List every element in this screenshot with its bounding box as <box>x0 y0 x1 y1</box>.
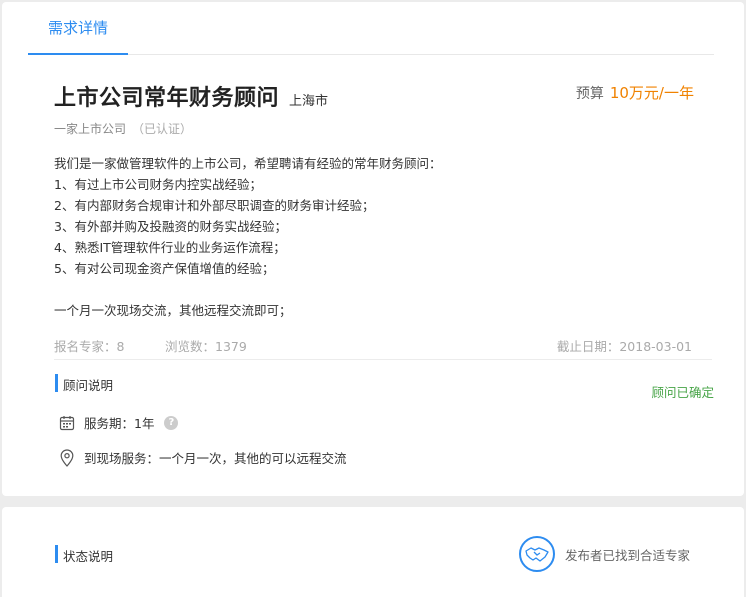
consultant-section-heading: 顾问说明 <box>55 374 113 394</box>
onsite-service: 到现场服务：一个月一次，其他的可以远程交流 <box>84 451 347 466</box>
company-info: 一家上市公司 （已认证） <box>54 120 192 137</box>
budget: 预算 10万元/一年 <box>576 82 694 103</box>
description-line: 一个月一次现场交流，其他远程交流即可； <box>54 303 292 318</box>
demand-title: 上市公司常年财务顾问 <box>54 86 280 111</box>
description-line: 1、有过上市公司财务内控实战经验； <box>54 177 262 192</box>
certified-badge: （已认证） <box>132 122 193 136</box>
description-line: 3、有外部并购及投融资的财务实战经验； <box>54 219 287 234</box>
meta-row: 报名专家：8 浏览数：1379 截止日期：2018-03-01 <box>54 336 692 355</box>
description-line: 4、熟悉IT管理软件行业的业务运作流程； <box>54 240 286 255</box>
description-line: 5、有对公司现金资产保值增值的经验； <box>54 261 275 276</box>
consultant-status: 顾问已确定 <box>651 385 714 400</box>
deadline: 截止日期：2018-03-01 <box>556 339 692 354</box>
description: 我们是一家做管理软件的上市公司，希望聘请有经验的常年财务顾问： 1、有过上市公司… <box>54 153 442 321</box>
service-period: 服务期：1年 <box>84 416 155 431</box>
view-count: 浏览数：1379 <box>165 339 247 354</box>
company-name: 一家上市公司 <box>54 122 127 136</box>
status-message-text: 发布者已找到合适专家 <box>565 547 691 563</box>
location-icon <box>58 448 76 467</box>
budget-label: 预算 <box>575 86 604 102</box>
help-icon[interactable]: ? <box>164 415 179 430</box>
description-line: 我们是一家做管理软件的上市公司，希望聘请有经验的常年财务顾问： <box>54 156 442 171</box>
handshake-icon <box>519 536 555 572</box>
onsite-service-row: 到现场服务：一个月一次，其他的可以远程交流 <box>58 448 347 467</box>
status-message: 发布者已找到合适专家 <box>519 536 690 572</box>
status-section-heading: 状态说明 <box>55 545 113 565</box>
tab-bar: 需求详情 <box>28 2 714 55</box>
budget-value: 10万元/一年 <box>609 84 694 102</box>
divider <box>54 359 712 360</box>
calendar-icon <box>58 414 76 432</box>
description-line: 2、有内部财务合规审计和外部尽职调查的财务审计经验； <box>54 198 375 213</box>
city-label: 上海市 <box>289 94 329 109</box>
applicant-count: 报名专家：8 <box>54 339 125 354</box>
tab-demand-detail[interactable]: 需求详情 <box>28 2 128 55</box>
service-period-row: 服务期：1年 ? <box>58 413 179 432</box>
